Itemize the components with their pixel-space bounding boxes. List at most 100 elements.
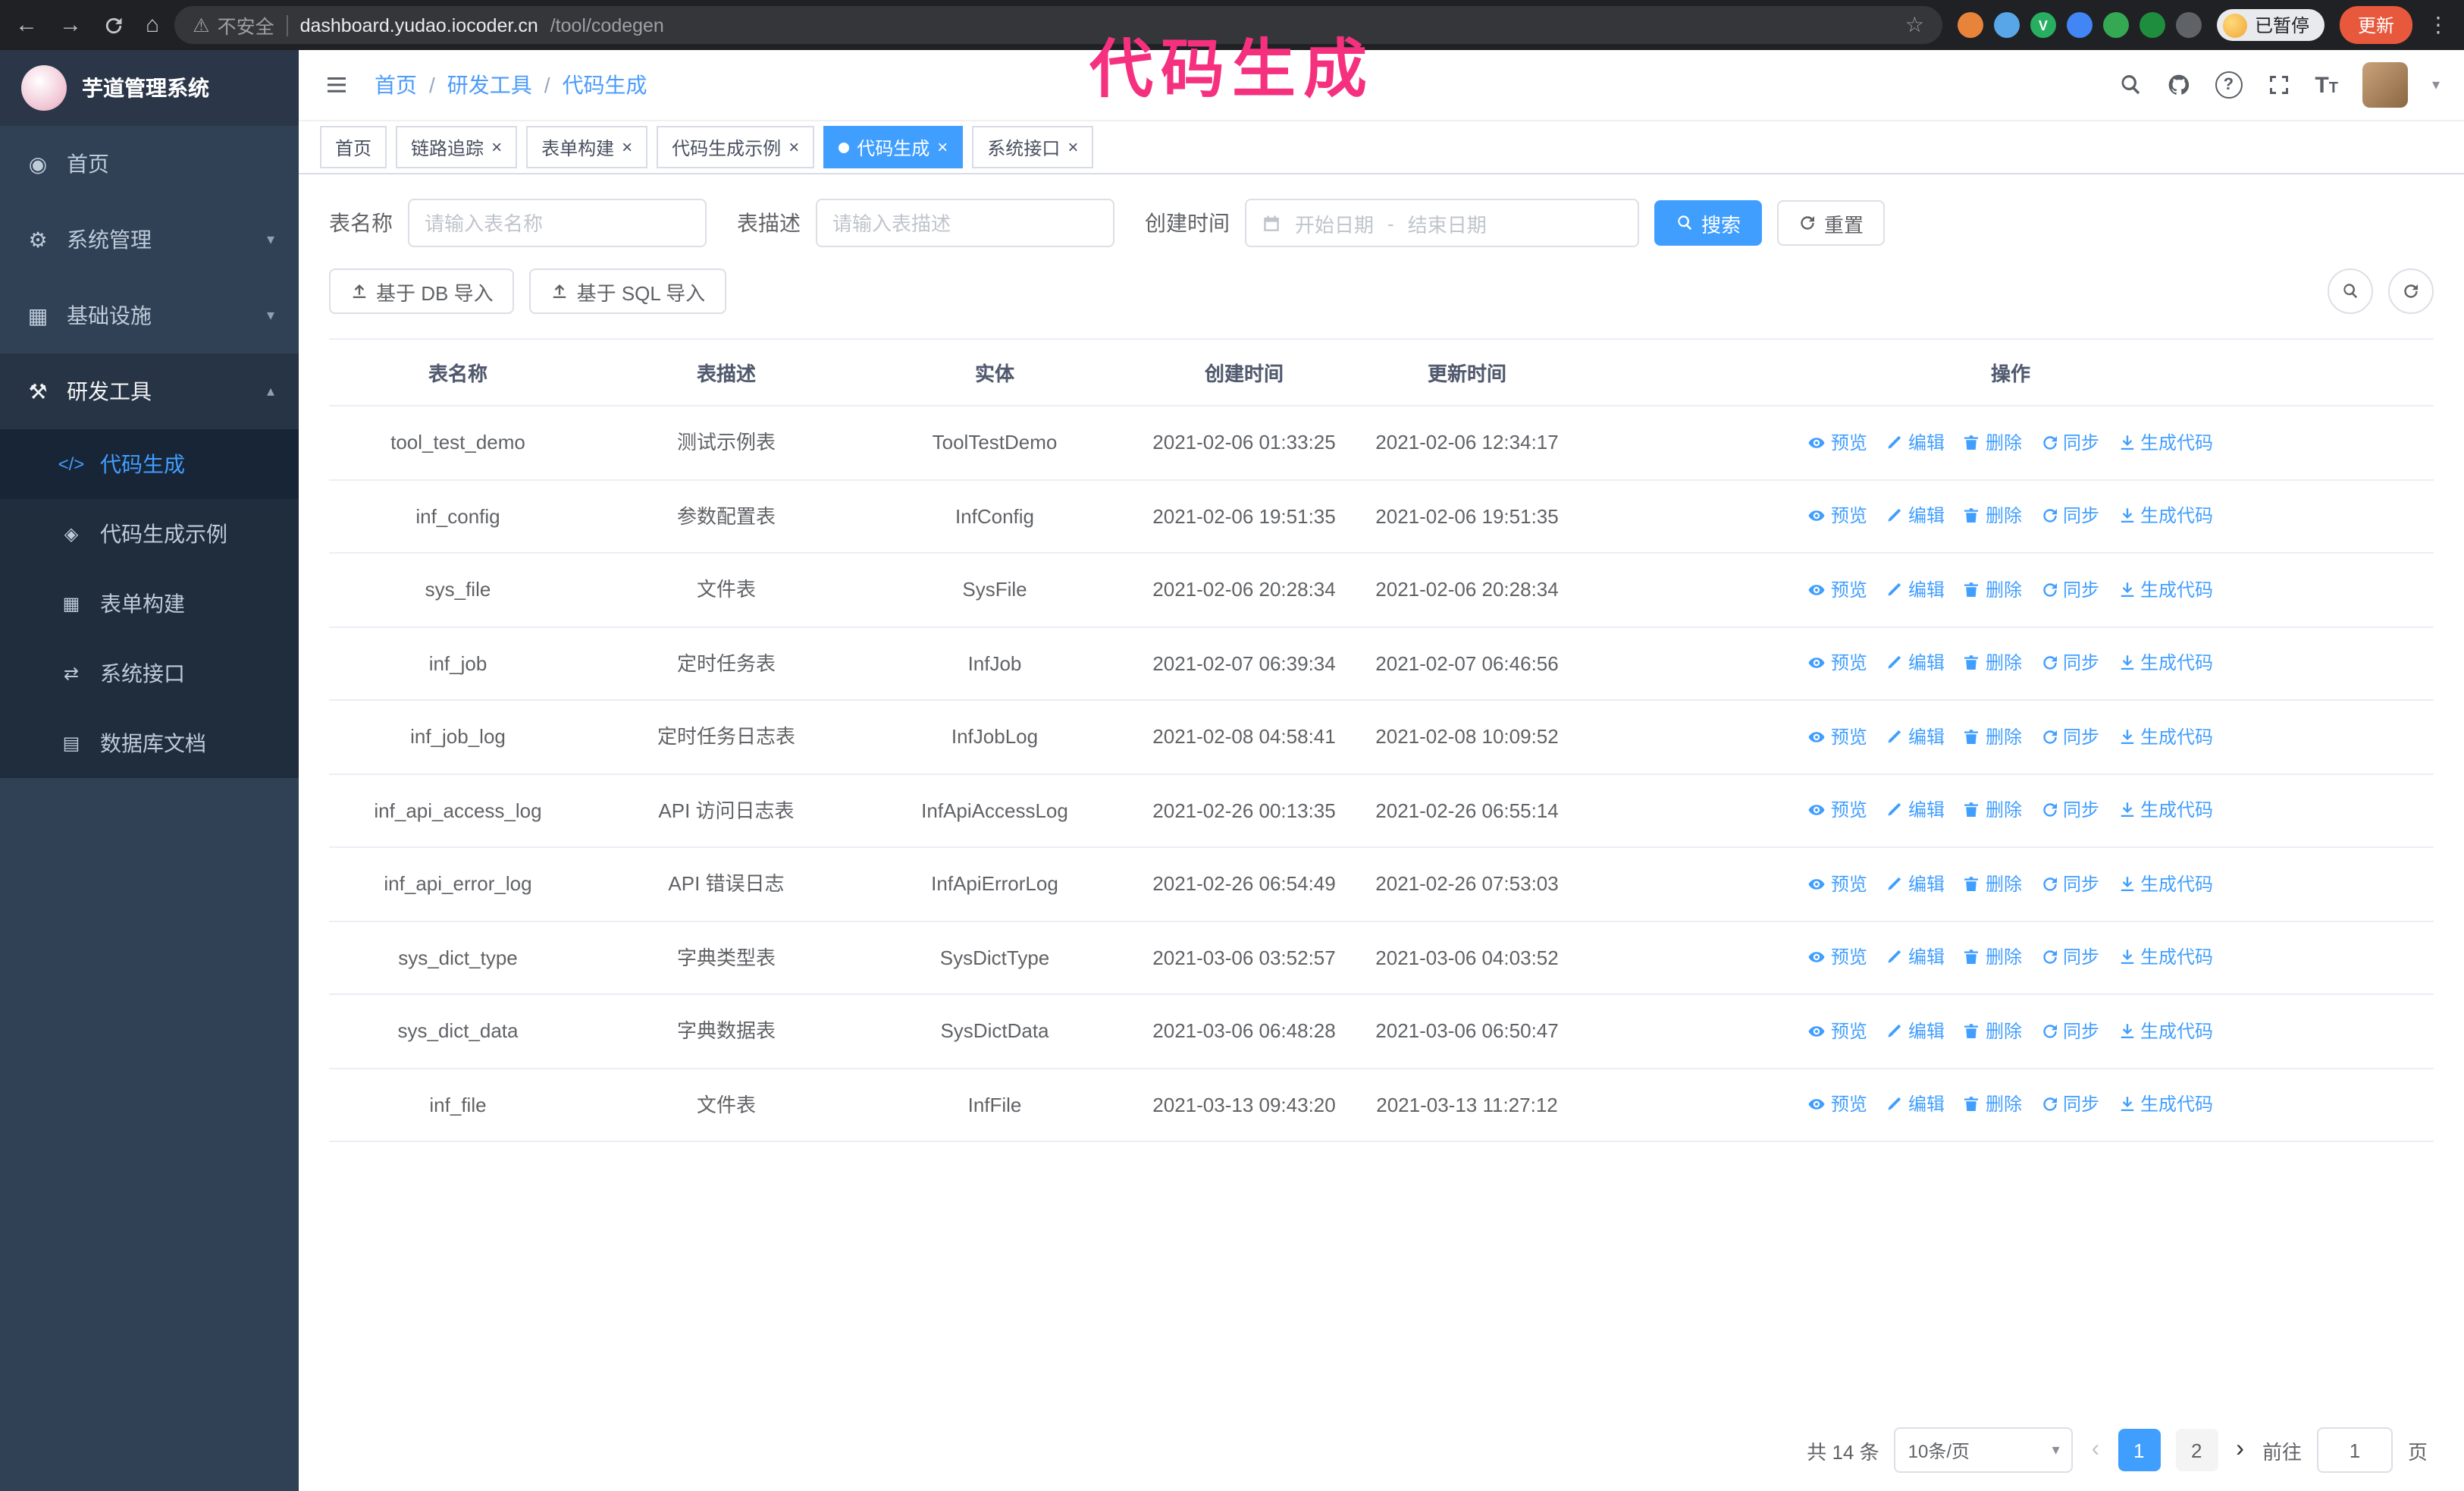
address-bar[interactable]: ⚠ 不安全 dashboard.yudao.iocoder.cn /tool/c… — [174, 6, 1942, 44]
edit-link[interactable]: 编辑 — [1886, 871, 1945, 898]
page-button-1[interactable]: 1 — [2118, 1429, 2161, 1471]
sync-link[interactable]: 同步 — [2040, 871, 2099, 898]
prev-page-icon[interactable]: ‹ — [2089, 1436, 2103, 1464]
extension-icon[interactable] — [2102, 12, 2129, 38]
extension-icon[interactable] — [2066, 12, 2093, 38]
generate-code-link[interactable]: 生成代码 — [2118, 1018, 2213, 1045]
delete-link[interactable]: 删除 — [1963, 944, 2022, 972]
delete-link[interactable]: 删除 — [1963, 429, 2022, 457]
preview-link[interactable]: 预览 — [1808, 576, 1867, 604]
generate-code-link[interactable]: 生成代码 — [2118, 1091, 2213, 1119]
edit-link[interactable]: 编辑 — [1886, 797, 1945, 824]
preview-link[interactable]: 预览 — [1808, 429, 1867, 457]
extension-icon[interactable] — [2139, 12, 2165, 38]
home-icon[interactable]: ⌂ — [146, 12, 159, 38]
sync-link[interactable]: 同步 — [2040, 503, 2099, 530]
edit-link[interactable]: 编辑 — [1886, 503, 1945, 530]
preview-link[interactable]: 预览 — [1808, 1091, 1867, 1119]
page-size-select[interactable]: 10条/页 ▾ — [1894, 1427, 2074, 1473]
avatar[interactable] — [2362, 62, 2408, 108]
caret-down-icon[interactable]: ▾ — [2432, 77, 2440, 93]
sync-link[interactable]: 同步 — [2040, 724, 2099, 751]
profile-chip[interactable]: 已暂停 — [2216, 9, 2324, 41]
generate-code-link[interactable]: 生成代码 — [2118, 724, 2213, 751]
table-name-input[interactable] — [408, 199, 707, 247]
preview-link[interactable]: 预览 — [1808, 724, 1867, 751]
tab-tracing[interactable]: 链路追踪 × — [396, 126, 518, 168]
breadcrumb-codegen[interactable]: 代码生成 — [563, 70, 647, 100]
date-range-picker[interactable]: 开始日期 - 结束日期 — [1245, 199, 1639, 247]
delete-link[interactable]: 删除 — [1963, 650, 2022, 677]
reset-button[interactable]: 重置 — [1777, 200, 1886, 246]
refresh-table-button[interactable] — [2388, 268, 2434, 314]
import-sql-button[interactable]: 基于 SQL 导入 — [529, 268, 727, 314]
delete-link[interactable]: 删除 — [1963, 724, 2022, 751]
github-icon[interactable] — [2166, 73, 2190, 97]
tab-form-builder[interactable]: 表单构建 × — [526, 126, 648, 168]
extension-icon[interactable] — [1993, 12, 2020, 38]
delete-link[interactable]: 删除 — [1963, 797, 2022, 824]
edit-link[interactable]: 编辑 — [1886, 429, 1945, 457]
sidebar-item-system[interactable]: ⚙ 系统管理 ▾ — [0, 202, 299, 278]
goto-page-input[interactable] — [2316, 1427, 2393, 1473]
browser-menu-icon[interactable]: ⋮ — [2428, 12, 2449, 38]
tab-codegen-example[interactable]: 代码生成示例 × — [657, 126, 815, 168]
delete-link[interactable]: 删除 — [1963, 576, 2022, 604]
breadcrumb-devtools[interactable]: 研发工具 — [447, 70, 532, 100]
delete-link[interactable]: 删除 — [1963, 871, 2022, 898]
breadcrumb-home[interactable]: 首页 — [375, 70, 417, 100]
table-desc-input[interactable] — [816, 199, 1114, 247]
sidebar-item-system-api[interactable]: ⇄ 系统接口 — [0, 639, 299, 708]
forward-icon[interactable]: → — [59, 12, 82, 38]
preview-link[interactable]: 预览 — [1808, 650, 1867, 677]
hamburger-icon[interactable] — [323, 73, 350, 97]
sync-link[interactable]: 同步 — [2040, 797, 2099, 824]
sidebar-item-codegen-example[interactable]: ◈ 代码生成示例 — [0, 499, 299, 569]
extension-icon[interactable] — [1957, 12, 1983, 38]
generate-code-link[interactable]: 生成代码 — [2118, 944, 2213, 972]
search-button[interactable]: 搜索 — [1654, 200, 1763, 246]
edit-link[interactable]: 编辑 — [1886, 724, 1945, 751]
sidebar-item-codegen[interactable]: </> 代码生成 — [0, 429, 299, 499]
sync-link[interactable]: 同步 — [2040, 429, 2099, 457]
extension-icon[interactable] — [2175, 12, 2202, 38]
sync-link[interactable]: 同步 — [2040, 944, 2099, 972]
search-icon[interactable] — [2118, 73, 2142, 97]
close-icon[interactable]: × — [491, 138, 502, 156]
extension-icon[interactable]: V — [2030, 12, 2056, 38]
preview-link[interactable]: 预览 — [1808, 503, 1867, 530]
generate-code-link[interactable]: 生成代码 — [2118, 797, 2213, 824]
preview-link[interactable]: 预览 — [1808, 944, 1867, 972]
close-icon[interactable]: × — [622, 138, 632, 156]
preview-link[interactable]: 预览 — [1808, 797, 1867, 824]
sync-link[interactable]: 同步 — [2040, 1091, 2099, 1119]
preview-link[interactable]: 预览 — [1808, 1018, 1867, 1045]
close-icon[interactable]: × — [937, 138, 948, 156]
generate-code-link[interactable]: 生成代码 — [2118, 871, 2213, 898]
font-size-icon[interactable]: TT — [2315, 72, 2338, 98]
update-button[interactable]: 更新 — [2339, 6, 2412, 44]
sidebar-item-db-doc[interactable]: ▤ 数据库文档 — [0, 708, 299, 778]
toggle-search-button[interactable] — [2328, 268, 2373, 314]
edit-link[interactable]: 编辑 — [1886, 576, 1945, 604]
refresh-icon[interactable] — [103, 14, 124, 36]
sidebar-item-form-builder[interactable]: ▦ 表单构建 — [0, 569, 299, 639]
close-icon[interactable]: × — [1067, 138, 1078, 156]
back-icon[interactable]: ← — [15, 12, 38, 38]
import-db-button[interactable]: 基于 DB 导入 — [329, 268, 515, 314]
bookmark-star-icon[interactable]: ☆ — [1905, 12, 1924, 38]
delete-link[interactable]: 删除 — [1963, 1018, 2022, 1045]
sync-link[interactable]: 同步 — [2040, 1018, 2099, 1045]
page-button-2[interactable]: 2 — [2175, 1429, 2218, 1471]
sync-link[interactable]: 同步 — [2040, 576, 2099, 604]
sidebar-item-infra[interactable]: ▦ 基础设施 ▾ — [0, 278, 299, 353]
edit-link[interactable]: 编辑 — [1886, 650, 1945, 677]
edit-link[interactable]: 编辑 — [1886, 1018, 1945, 1045]
tab-system-api[interactable]: 系统接口 × — [972, 126, 1094, 168]
sync-link[interactable]: 同步 — [2040, 650, 2099, 677]
generate-code-link[interactable]: 生成代码 — [2118, 429, 2213, 457]
preview-link[interactable]: 预览 — [1808, 871, 1867, 898]
fullscreen-icon[interactable] — [2266, 73, 2290, 97]
generate-code-link[interactable]: 生成代码 — [2118, 650, 2213, 677]
generate-code-link[interactable]: 生成代码 — [2118, 503, 2213, 530]
